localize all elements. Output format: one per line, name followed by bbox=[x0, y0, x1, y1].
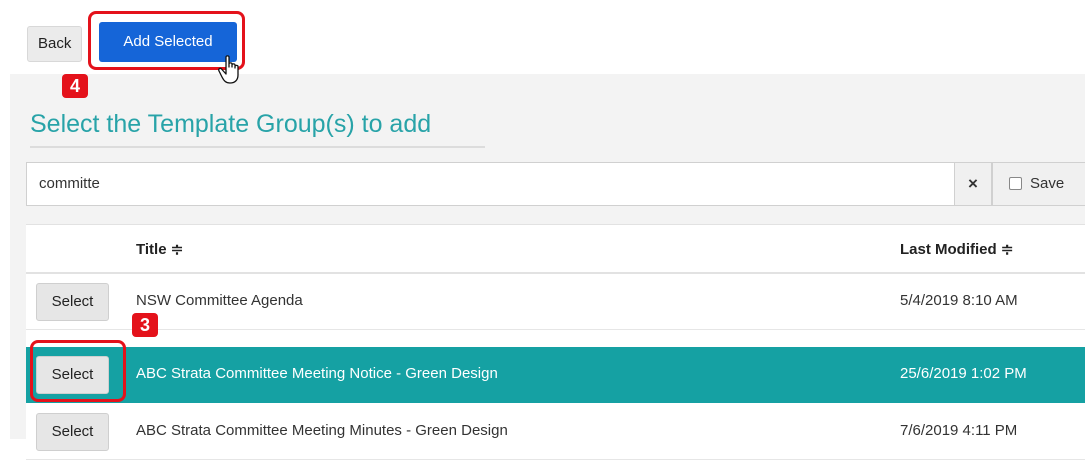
top-toolbar: Back Add Selected bbox=[0, 0, 1085, 74]
save-search-toggle[interactable]: Save bbox=[992, 162, 1085, 206]
row-last-modified: 7/6/2019 4:11 PM bbox=[900, 422, 1018, 439]
save-label: Save bbox=[1030, 175, 1065, 192]
select-button[interactable]: Select bbox=[36, 283, 109, 321]
table-row: Select NSW Committee Agenda 5/4/2019 8:1… bbox=[26, 274, 1085, 330]
row-last-modified: 25/6/2019 1:02 PM bbox=[900, 365, 1027, 382]
column-header-title[interactable]: Title ≑ bbox=[136, 240, 183, 258]
save-checkbox[interactable] bbox=[1009, 177, 1022, 190]
row-title: ABC Strata Committee Meeting Minutes - G… bbox=[136, 422, 508, 439]
column-header-last-modified[interactable]: Last Modified ≑ bbox=[900, 240, 1013, 258]
row-last-modified: 5/4/2019 8:10 AM bbox=[900, 292, 1018, 309]
row-title: NSW Committee Agenda bbox=[136, 292, 303, 309]
hand-cursor-icon bbox=[218, 55, 239, 84]
table-header: Title ≑ Last Modified ≑ bbox=[26, 224, 1085, 274]
clear-search-icon[interactable]: × bbox=[954, 162, 992, 206]
template-group-table: Title ≑ Last Modified ≑ Select NSW Commi… bbox=[26, 224, 1085, 460]
search-input[interactable]: committe bbox=[26, 162, 954, 206]
step-3-badge: 3 bbox=[132, 313, 158, 337]
select-button[interactable]: Select bbox=[36, 413, 109, 451]
highlight-select-button bbox=[30, 340, 126, 402]
table-row: Select ABC Strata Committee Meeting Minu… bbox=[26, 404, 1085, 460]
table-row-selected: Select ABC Strata Committee Meeting Noti… bbox=[26, 347, 1085, 403]
row-title: ABC Strata Committee Meeting Notice - Gr… bbox=[136, 365, 498, 382]
heading-underline bbox=[30, 146, 485, 148]
step-4-badge: 4 bbox=[62, 74, 88, 98]
back-button[interactable]: Back bbox=[27, 26, 83, 62]
page-heading: Select the Template Group(s) to add bbox=[30, 110, 432, 138]
